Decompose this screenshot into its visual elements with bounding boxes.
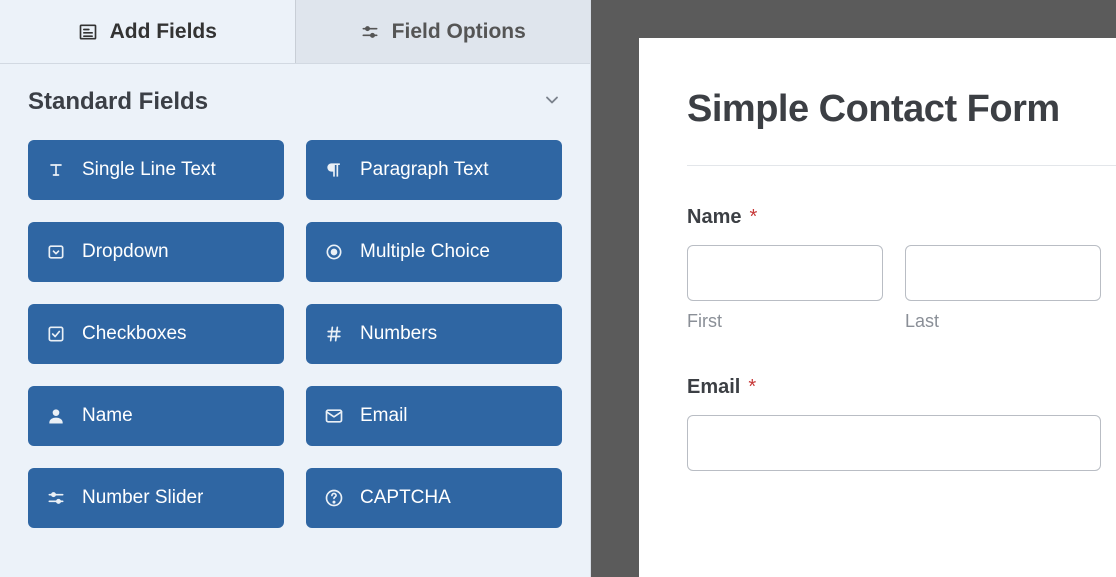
name-field-label: Name * bbox=[687, 206, 1116, 229]
field-label: Name bbox=[82, 405, 133, 427]
email-field-label: Email * bbox=[687, 376, 1116, 399]
tab-add-fields[interactable]: Add Fields bbox=[0, 0, 295, 63]
tab-field-options[interactable]: Field Options bbox=[296, 0, 591, 63]
field-email[interactable]: Email bbox=[306, 386, 562, 446]
field-multiple-choice[interactable]: Multiple Choice bbox=[306, 222, 562, 282]
field-paragraph-text[interactable]: Paragraph Text bbox=[306, 140, 562, 200]
label-text: Name bbox=[687, 206, 741, 229]
text-icon bbox=[46, 160, 66, 180]
form-paper: Simple Contact Form Name * First Last Em… bbox=[639, 38, 1116, 577]
sidebar-tabs: Add Fields Field Options bbox=[0, 0, 590, 63]
field-checkboxes[interactable]: Checkboxes bbox=[28, 304, 284, 364]
radio-icon bbox=[324, 242, 344, 262]
email-input[interactable] bbox=[687, 415, 1101, 471]
hash-icon bbox=[324, 324, 344, 344]
first-sublabel: First bbox=[687, 311, 883, 332]
field-number-slider[interactable]: Number Slider bbox=[28, 468, 284, 528]
fields-sidebar: Add Fields Field Options Standard Fields… bbox=[0, 0, 591, 577]
field-label: Dropdown bbox=[82, 241, 169, 263]
form-title: Simple Contact Form bbox=[687, 88, 1116, 131]
field-dropdown[interactable]: Dropdown bbox=[28, 222, 284, 282]
last-sublabel: Last bbox=[905, 311, 1101, 332]
section-header-standard-fields[interactable]: Standard Fields bbox=[0, 64, 590, 130]
sliders-icon bbox=[360, 22, 380, 42]
email-icon bbox=[324, 406, 344, 426]
title-hr bbox=[687, 165, 1116, 166]
field-label: Email bbox=[360, 405, 408, 427]
field-grid: Single Line Text Paragraph Text Dropdown… bbox=[0, 130, 590, 556]
field-label: CAPTCHA bbox=[360, 487, 451, 509]
form-canvas: Simple Contact Form Name * First Last Em… bbox=[591, 0, 1116, 577]
question-icon bbox=[324, 488, 344, 508]
tab-label: Add Fields bbox=[110, 20, 217, 44]
checkbox-icon bbox=[46, 324, 66, 344]
chevron-down-icon bbox=[542, 90, 562, 115]
field-label: Multiple Choice bbox=[360, 241, 490, 263]
required-mark: * bbox=[748, 376, 756, 399]
field-label: Number Slider bbox=[82, 487, 203, 509]
paragraph-icon bbox=[324, 160, 344, 180]
sliders-icon bbox=[46, 488, 66, 508]
field-label: Checkboxes bbox=[82, 323, 187, 345]
field-label: Single Line Text bbox=[82, 159, 216, 181]
dropdown-icon bbox=[46, 242, 66, 262]
person-icon bbox=[46, 406, 66, 426]
field-label: Numbers bbox=[360, 323, 437, 345]
name-inputs-row: First Last bbox=[687, 245, 1116, 332]
field-single-line-text[interactable]: Single Line Text bbox=[28, 140, 284, 200]
first-name-input[interactable] bbox=[687, 245, 883, 301]
form-icon bbox=[78, 22, 98, 42]
field-numbers[interactable]: Numbers bbox=[306, 304, 562, 364]
label-text: Email bbox=[687, 376, 740, 399]
field-captcha[interactable]: CAPTCHA bbox=[306, 468, 562, 528]
required-mark: * bbox=[749, 206, 757, 229]
field-name[interactable]: Name bbox=[28, 386, 284, 446]
field-label: Paragraph Text bbox=[360, 159, 489, 181]
section-title: Standard Fields bbox=[28, 88, 208, 116]
last-name-group: Last bbox=[905, 245, 1101, 332]
app-root: Add Fields Field Options Standard Fields… bbox=[0, 0, 1116, 577]
first-name-group: First bbox=[687, 245, 883, 332]
last-name-input[interactable] bbox=[905, 245, 1101, 301]
tab-label: Field Options bbox=[392, 20, 526, 44]
